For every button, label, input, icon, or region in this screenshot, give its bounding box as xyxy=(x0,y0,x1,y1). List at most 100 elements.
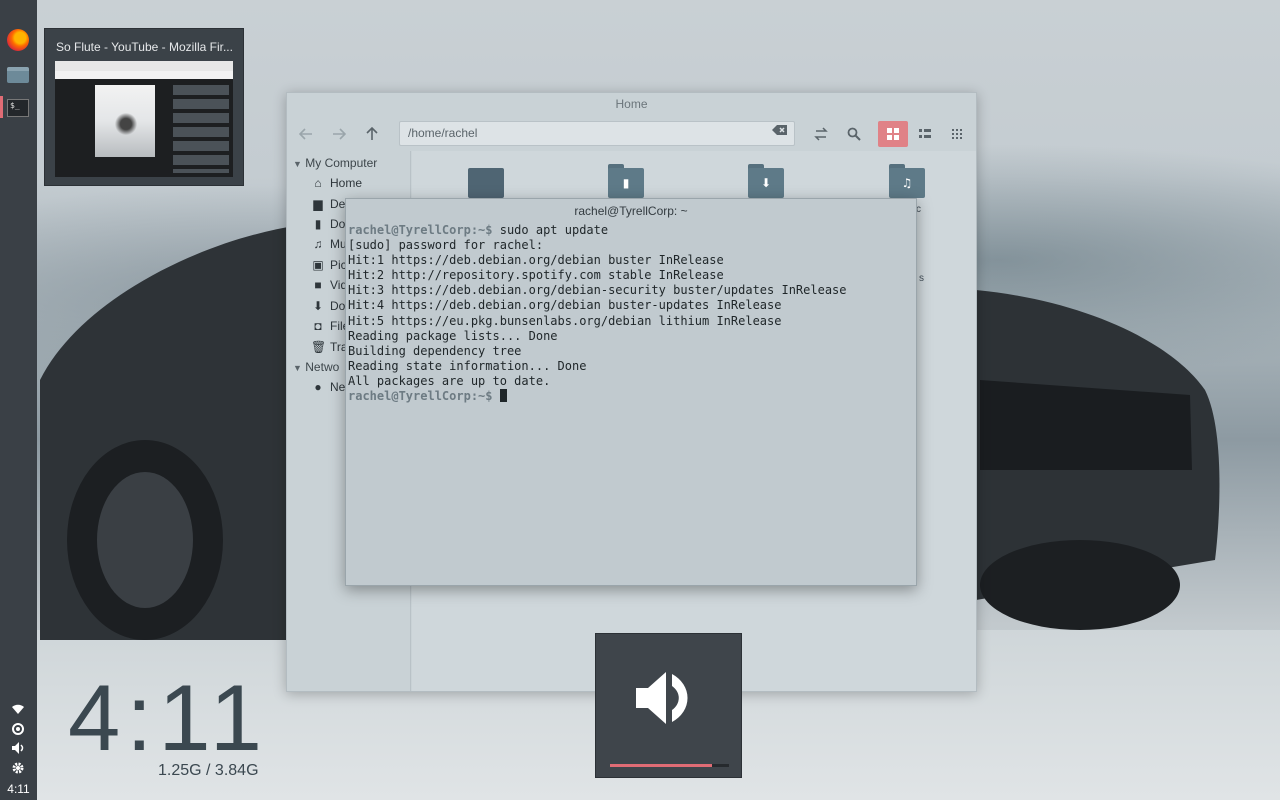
search-button[interactable] xyxy=(841,121,867,147)
terminal-prompt: rachel@TyrellCorp:~$ xyxy=(348,223,493,237)
compact-view-button[interactable] xyxy=(944,121,970,147)
sidebar-item-music[interactable]: ♫ Mu xyxy=(311,237,347,251)
panel-clock[interactable]: 4:11 xyxy=(0,782,37,796)
sidebar-item-home[interactable]: ⌂ Home xyxy=(311,176,362,190)
terminal-title: rachel@TyrellCorp: ~ xyxy=(574,204,688,218)
volume-level-bar xyxy=(610,764,729,767)
firefox-icon xyxy=(7,29,29,51)
window-preview[interactable]: So Flute - YouTube - Mozilla Fir... xyxy=(44,28,244,186)
search-icon xyxy=(847,127,861,141)
toggle-location-button[interactable] xyxy=(808,121,834,147)
speaker-icon xyxy=(636,672,688,724)
clear-icon[interactable] xyxy=(772,122,788,145)
download-folder-icon: ⬇ xyxy=(748,168,784,198)
up-button[interactable] xyxy=(359,121,385,147)
settings-gear-icon[interactable] xyxy=(10,761,26,777)
active-window-indicator xyxy=(0,96,3,118)
sidebar-item-downloads[interactable]: ⬇ Do xyxy=(311,299,345,313)
terminal-line: Hit:5 https://eu.pkg.bunsenlabs.org/debi… xyxy=(348,313,782,328)
folder-music[interactable]: ♫ xyxy=(889,164,925,198)
collapse-arrow-icon: ▼ xyxy=(293,363,302,373)
compact-grid-icon xyxy=(952,129,962,139)
picture-icon: ▣ xyxy=(312,258,324,272)
back-button[interactable] xyxy=(293,121,319,147)
location-bar[interactable]: /home/rachel xyxy=(399,121,795,146)
terminal-icon: $_ xyxy=(7,99,29,117)
brightness-icon[interactable] xyxy=(10,722,26,738)
filesystem-icon: ◘ xyxy=(314,319,322,333)
trash-icon: 🗑 xyxy=(311,340,327,354)
sidebar-item-network[interactable]: ● Ne xyxy=(311,380,345,394)
download-icon: ⬇ xyxy=(312,299,324,313)
sidebar-item-trash[interactable]: 🗑 Tra xyxy=(311,340,348,354)
folder-desktop[interactable] xyxy=(468,164,504,198)
my-computer-header[interactable]: ▼ My Computer xyxy=(293,156,377,170)
sidebar-item-label: Home xyxy=(330,176,363,190)
file-manager-launcher[interactable] xyxy=(5,63,31,87)
terminal-line: [sudo] password for rachel: xyxy=(348,238,544,253)
forward-button[interactable] xyxy=(326,121,352,147)
terminal-output[interactable]: rachel@TyrellCorp:~$ sudo apt update [sud… xyxy=(348,223,914,583)
thumb-sidebar xyxy=(173,85,229,173)
memory-usage: 1.25G / 3.84G xyxy=(158,762,259,779)
terminal-line: rachel@TyrellCorp:~$ xyxy=(348,389,914,404)
window-title: Home xyxy=(615,97,648,111)
terminal-line: Reading package lists... Done xyxy=(348,328,558,343)
sidebar-item-pictures[interactable]: ▣ Pic xyxy=(311,258,346,272)
terminal-window[interactable]: rachel@TyrellCorp: ~ rachel@TyrellCorp:~… xyxy=(345,198,917,586)
list-view-button[interactable] xyxy=(912,121,938,147)
firefox-launcher[interactable] xyxy=(5,28,31,52)
location-path: /home/rachel xyxy=(408,126,478,140)
grid-icon xyxy=(887,128,899,140)
terminal-line: rachel@TyrellCorp:~$ sudo apt update xyxy=(348,223,914,238)
toolbar: /home/rachel xyxy=(287,119,976,149)
videos-folder-label: s xyxy=(919,273,924,284)
thumb-tree xyxy=(115,109,137,139)
preview-title: So Flute - YouTube - Mozilla Fir... xyxy=(56,40,233,54)
sidebar-item-label: Do xyxy=(330,217,346,231)
terminal-line: Hit:1 https://deb.debian.org/debian bust… xyxy=(348,253,724,268)
thumb-urlbar xyxy=(55,71,233,79)
volume-osd xyxy=(595,633,742,778)
desktop-folder-icon xyxy=(468,168,504,198)
volume-level-fill xyxy=(610,764,713,767)
music-folder-icon: ♫ xyxy=(889,168,925,198)
collapse-arrow-icon: ▼ xyxy=(293,159,302,169)
terminal-launcher[interactable]: $_ xyxy=(5,96,31,120)
document-folder-icon: ▮ xyxy=(608,168,644,198)
terminal-line: All packages are up to date. xyxy=(348,373,551,388)
terminal-line: Hit:2 http://repository.spotify.com stab… xyxy=(348,268,724,283)
folder-documents[interactable]: ▮ xyxy=(608,164,644,198)
folder-downloads[interactable]: ⬇ xyxy=(748,164,784,198)
sidebar-item-label: Ne xyxy=(330,380,346,394)
list-icon xyxy=(919,129,931,138)
music-icon: ♫ xyxy=(313,237,323,251)
sidebar-item-filesystem[interactable]: ◘ File xyxy=(311,319,349,333)
arrow-right-icon xyxy=(333,128,346,140)
swap-icon xyxy=(814,127,828,141)
icon-view-button[interactable] xyxy=(878,121,908,147)
desktop-clock: 4:11 xyxy=(68,665,268,770)
terminal-line: Building dependency tree xyxy=(348,343,522,358)
desktop-icon: ▆ xyxy=(313,197,323,211)
side-panel: $_ 4:11 xyxy=(0,0,37,800)
sidebar-item-videos[interactable]: ■ Vid xyxy=(311,278,347,292)
wifi-icon[interactable] xyxy=(10,703,26,719)
terminal-prompt: rachel@TyrellCorp:~$ xyxy=(348,389,493,404)
sidebar-item-documents[interactable]: ▮ Do xyxy=(311,217,346,231)
home-icon: ⌂ xyxy=(314,176,322,190)
terminal-line: Reading state information... Done xyxy=(348,358,587,373)
sidebar-item-label: Do xyxy=(330,299,346,313)
network-header[interactable]: ▼ Netwo xyxy=(293,360,339,374)
preview-thumbnail[interactable] xyxy=(55,61,233,177)
document-icon: ▮ xyxy=(314,217,322,231)
globe-icon: ● xyxy=(314,380,322,394)
arrow-left-icon xyxy=(299,128,312,140)
thumb-tabbar xyxy=(55,61,233,71)
volume-icon[interactable] xyxy=(10,741,26,757)
folder-icon xyxy=(7,67,29,83)
video-icon: ■ xyxy=(314,278,322,292)
network-label: Netwo xyxy=(305,360,340,374)
my-computer-label: My Computer xyxy=(305,156,378,170)
terminal-line: Hit:4 https://deb.debian.org/debian bust… xyxy=(348,298,782,313)
